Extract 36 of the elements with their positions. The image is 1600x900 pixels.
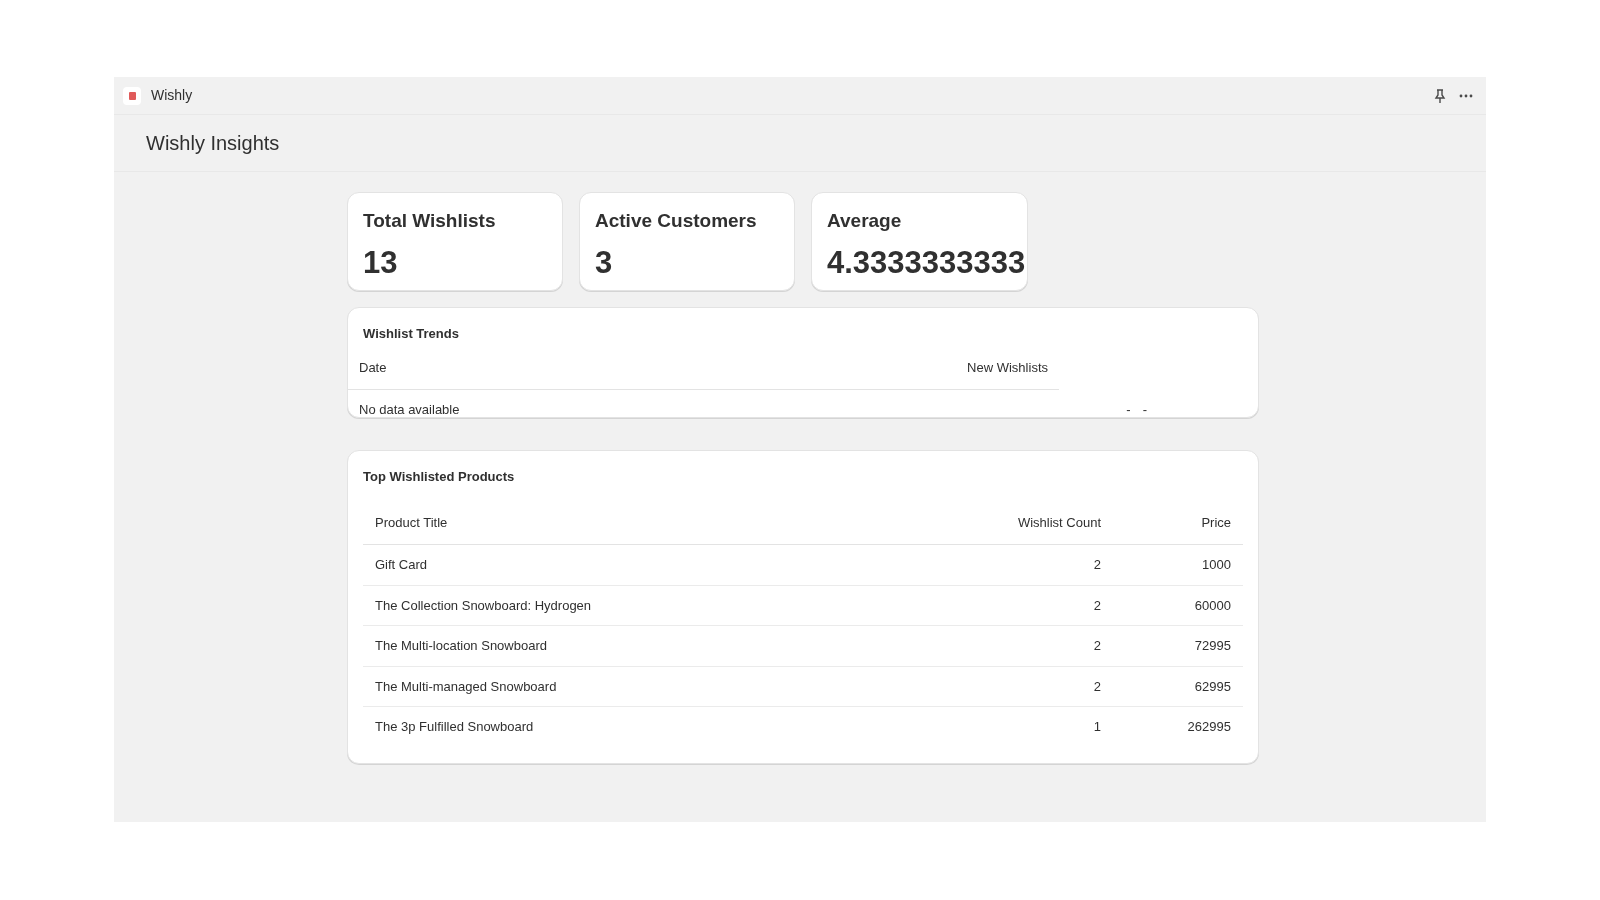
column-header: Date xyxy=(359,358,388,377)
table-cell: 1 xyxy=(1093,719,1101,734)
table-cell: 2 xyxy=(1093,597,1101,613)
card-title: Wishlist Trends xyxy=(362,325,460,343)
app-logo-icon xyxy=(123,86,141,105)
column-header: New Wishlists xyxy=(967,358,1048,377)
table-cell: 60000 xyxy=(1194,597,1231,613)
table-cell: Gift Card xyxy=(375,557,427,572)
table-cell: 262995 xyxy=(1187,719,1231,734)
stat-label: Total Wishlists xyxy=(363,209,497,233)
stat-value: 3 xyxy=(595,243,614,282)
table-cell: 72995 xyxy=(1194,638,1231,653)
stat-label: Active Customers xyxy=(595,209,758,233)
table-cell: 62995 xyxy=(1194,678,1231,694)
table-cell: The Multi-location Snowboard xyxy=(375,638,547,653)
table-cell: The Collection Snowboard: Hydrogen xyxy=(375,597,592,613)
empty-message: No data available xyxy=(359,401,461,419)
table-cell: The 3p Fulfilled Snowboard xyxy=(375,719,534,734)
page-title: Wishly Insights xyxy=(146,131,280,156)
stat-value: 4.3333333333 xyxy=(827,243,1026,282)
stat-value: 13 xyxy=(363,243,399,282)
column-header: Price xyxy=(1201,514,1231,530)
card-title: Top Wishlisted Products xyxy=(363,468,516,486)
table-cell: 2 xyxy=(1093,678,1101,694)
pin-icon[interactable] xyxy=(1433,87,1447,104)
table-cell: 2 xyxy=(1093,557,1101,572)
table-cell: 2 xyxy=(1093,638,1101,653)
more-icon[interactable] xyxy=(1459,93,1473,98)
stat-label: Average xyxy=(827,209,903,233)
column-header: Wishlist Count xyxy=(1017,514,1101,530)
placeholder-dash: - xyxy=(1142,401,1147,419)
table-cell: The Multi-managed Snowboard xyxy=(375,678,557,694)
app-name: Wishly xyxy=(151,86,193,105)
placeholder-dash: - xyxy=(1126,401,1131,419)
table-cell: 1000 xyxy=(1202,557,1231,572)
column-header: Product Title xyxy=(375,514,448,530)
